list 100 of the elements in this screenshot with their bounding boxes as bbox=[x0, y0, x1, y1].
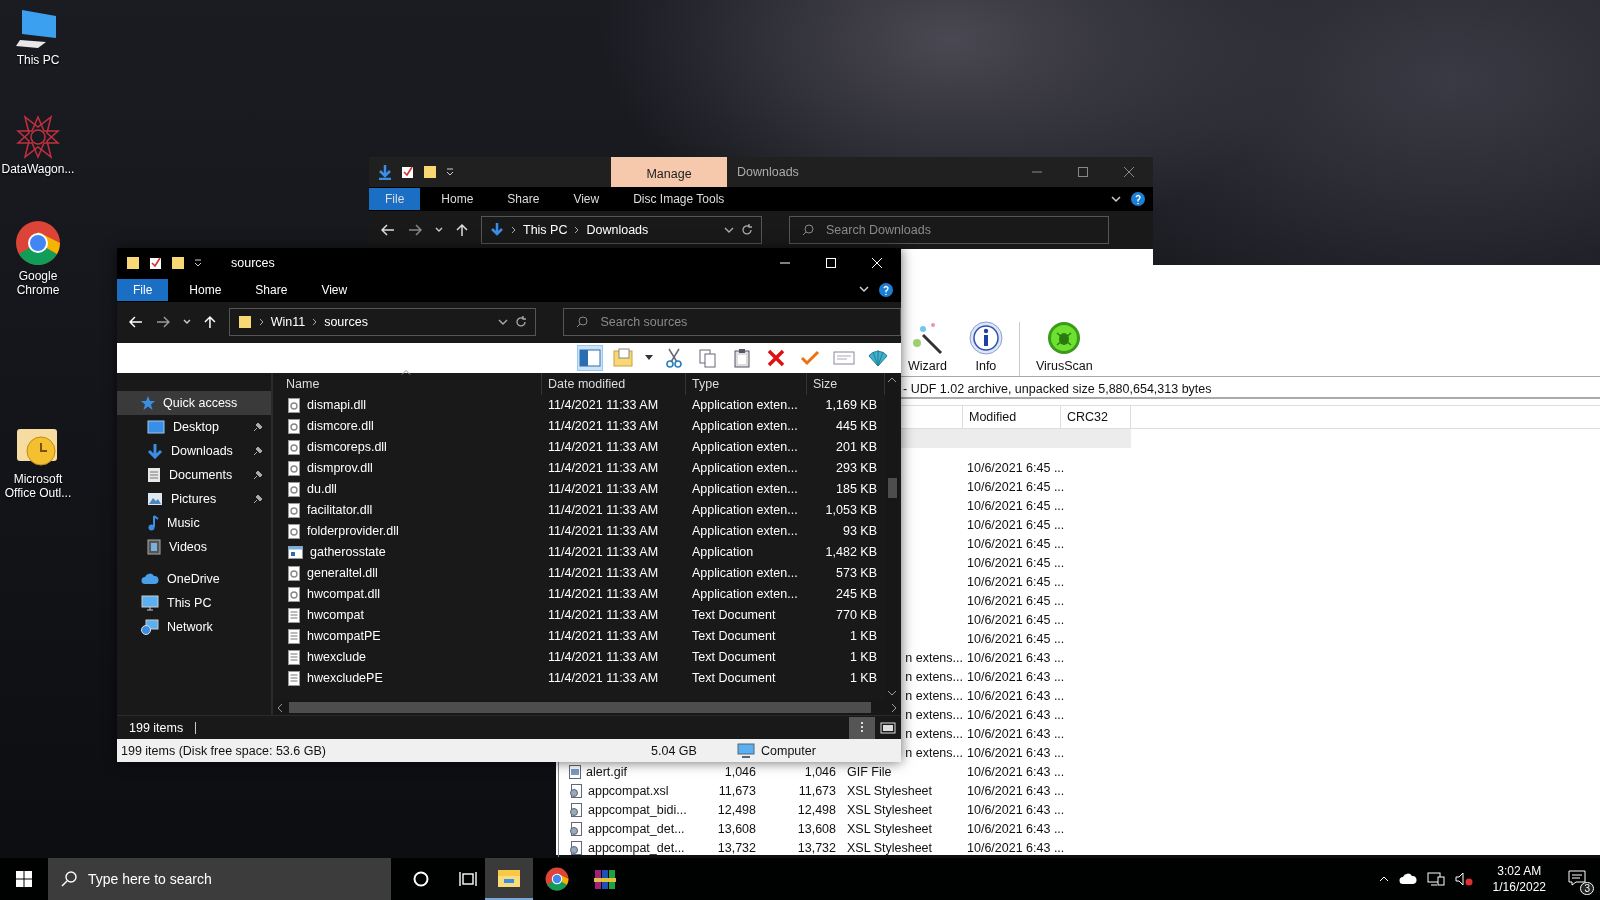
desktop-icon-label[interactable]: DataWagon... bbox=[0, 162, 76, 176]
file-name[interactable]: appcompat.xsl bbox=[588, 783, 669, 798]
taskbar-search-field[interactable]: Type here to search bbox=[48, 858, 391, 900]
nav-item[interactable]: Network bbox=[117, 614, 271, 639]
back-arrow-icon[interactable] bbox=[381, 224, 395, 236]
ribbon-tab[interactable]: Share bbox=[490, 188, 557, 210]
ribbon-tab[interactable]: View bbox=[304, 278, 365, 301]
file-name[interactable]: dismcoreps.dll bbox=[307, 440, 387, 455]
column-header[interactable]: Modified bbox=[963, 406, 1061, 428]
download-arrow-icon[interactable] bbox=[378, 164, 392, 180]
chevron-icon[interactable] bbox=[182, 319, 191, 326]
ribbon-tab[interactable]: View bbox=[556, 188, 617, 210]
file-tab[interactable]: File bbox=[117, 278, 169, 301]
clock[interactable]: 3:02 AM 1/16/2022 bbox=[1482, 863, 1556, 895]
nav-item[interactable]: Quick access bbox=[117, 390, 271, 415]
file-name[interactable]: facilitator.dll bbox=[307, 503, 373, 518]
nav-item[interactable]: Videos bbox=[117, 534, 271, 559]
checkbox-icon[interactable] bbox=[401, 165, 414, 179]
toolbar-button[interactable]: VirusScan bbox=[1029, 321, 1099, 376]
folder-icon[interactable] bbox=[126, 255, 140, 270]
file-name[interactable]: generaltel.dll bbox=[307, 566, 378, 581]
ribbon-tab[interactable]: Disc Image Tools bbox=[616, 188, 742, 210]
caret-icon[interactable] bbox=[446, 167, 454, 177]
desktop-icon-label[interactable]: This PC bbox=[0, 53, 76, 67]
refresh-icon[interactable] bbox=[741, 224, 753, 236]
file-name[interactable]: dismprov.dll bbox=[307, 461, 373, 476]
taskbar-app[interactable] bbox=[485, 858, 533, 900]
chevron-down-icon[interactable] bbox=[887, 690, 897, 697]
chevron-right-icon[interactable] bbox=[511, 226, 516, 234]
chevron-right-icon[interactable] bbox=[574, 226, 580, 234]
nav-item[interactable]: This PC bbox=[117, 590, 271, 615]
folder-icon[interactable] bbox=[171, 255, 185, 270]
nav-item[interactable]: OneDrive bbox=[117, 566, 271, 591]
scrollbar-thumb[interactable] bbox=[289, 702, 871, 714]
file-name[interactable]: alert.gif bbox=[586, 764, 627, 779]
chevron-left-icon[interactable] bbox=[277, 702, 283, 713]
forward-arrow-icon[interactable] bbox=[408, 224, 422, 236]
muted-speaker-icon[interactable] bbox=[1454, 872, 1473, 886]
folder-icon[interactable] bbox=[423, 165, 437, 179]
file-name[interactable]: appcompat_bidi... bbox=[588, 802, 687, 817]
chevron-up-icon[interactable] bbox=[887, 376, 897, 383]
file-name[interactable]: appcompat_det... bbox=[588, 840, 685, 855]
refresh-icon[interactable] bbox=[515, 316, 528, 329]
task-view-icon[interactable] bbox=[459, 871, 477, 887]
desktop-icon-label[interactable]: Microsoft Office Outl... bbox=[0, 472, 76, 500]
pin-icon[interactable] bbox=[253, 421, 263, 432]
chevron-icon[interactable] bbox=[1111, 195, 1121, 203]
file-name[interactable]: folderprovider.dll bbox=[307, 524, 399, 539]
chevron-right-icon[interactable] bbox=[258, 318, 264, 327]
search-field[interactable]: Search sources bbox=[563, 308, 901, 337]
notification-icon[interactable] bbox=[1568, 869, 1586, 886]
chevron-icon[interactable] bbox=[435, 227, 443, 233]
address-bar[interactable]: Win11 sources bbox=[228, 308, 537, 337]
browser-icon[interactable] bbox=[15, 220, 61, 266]
star-pattern-icon[interactable] bbox=[16, 115, 60, 159]
context-tab[interactable]: Manage bbox=[611, 157, 727, 187]
toolbar-button[interactable]: Wizard bbox=[902, 321, 953, 376]
file-name[interactable]: hwcompat bbox=[307, 608, 364, 623]
file-name[interactable]: dismcore.dll bbox=[307, 419, 374, 434]
file-tab[interactable]: File bbox=[369, 188, 421, 210]
scrollbar-thumb[interactable] bbox=[887, 477, 897, 498]
file-name[interactable]: hwcompat.dll bbox=[307, 587, 380, 602]
nav-item[interactable]: Music bbox=[117, 510, 271, 535]
file-name[interactable]: appcompat_det... bbox=[588, 821, 685, 836]
forward-arrow-icon[interactable] bbox=[155, 316, 170, 329]
column-header[interactable]: Date modified bbox=[542, 372, 686, 395]
chevron-right-icon[interactable] bbox=[891, 702, 897, 713]
ribbon-tab[interactable]: Home bbox=[172, 278, 239, 301]
nav-item[interactable]: Downloads bbox=[117, 438, 271, 463]
breadcrumb[interactable]: Downloads bbox=[586, 223, 649, 237]
chevron-right-icon[interactable] bbox=[312, 318, 318, 327]
help-icon[interactable] bbox=[1131, 192, 1145, 206]
file-name[interactable]: dismapi.dll bbox=[307, 398, 367, 413]
toolbar-button[interactable]: Info bbox=[962, 321, 1009, 376]
search-field[interactable]: Search Downloads bbox=[789, 216, 1109, 244]
caret-icon[interactable] bbox=[645, 355, 653, 361]
nav-item[interactable]: Pictures bbox=[117, 486, 271, 511]
cloud-icon[interactable] bbox=[1398, 873, 1417, 885]
chevron-icon[interactable] bbox=[498, 318, 509, 326]
file-name[interactable]: hwcompatPE bbox=[307, 629, 381, 644]
chevron-icon[interactable] bbox=[724, 226, 734, 234]
pin-icon[interactable] bbox=[253, 469, 263, 480]
network-icon[interactable] bbox=[1426, 872, 1445, 886]
breadcrumb[interactable]: Win11 bbox=[270, 315, 306, 330]
address-bar[interactable]: This PC Downloads bbox=[481, 216, 762, 244]
toolbar-button[interactable] bbox=[577, 344, 603, 371]
chevron-icon[interactable] bbox=[859, 286, 869, 294]
file-name[interactable]: hwexclude bbox=[307, 650, 367, 665]
ribbon-tab[interactable]: Share bbox=[238, 278, 305, 301]
pin-icon[interactable] bbox=[253, 445, 263, 456]
nav-item[interactable]: Documents bbox=[117, 462, 271, 487]
file-name[interactable]: du.dll bbox=[307, 482, 337, 497]
windows-logo-icon[interactable] bbox=[16, 871, 32, 887]
ribbon-tab[interactable]: Home bbox=[424, 188, 491, 210]
file-name[interactable]: hwexcludePE bbox=[307, 671, 383, 686]
breadcrumb[interactable]: sources bbox=[324, 315, 368, 330]
up-arrow-icon[interactable] bbox=[456, 223, 468, 237]
caret-icon[interactable] bbox=[194, 257, 202, 268]
pin-icon[interactable] bbox=[253, 493, 263, 504]
breadcrumb[interactable]: This PC bbox=[523, 223, 568, 237]
